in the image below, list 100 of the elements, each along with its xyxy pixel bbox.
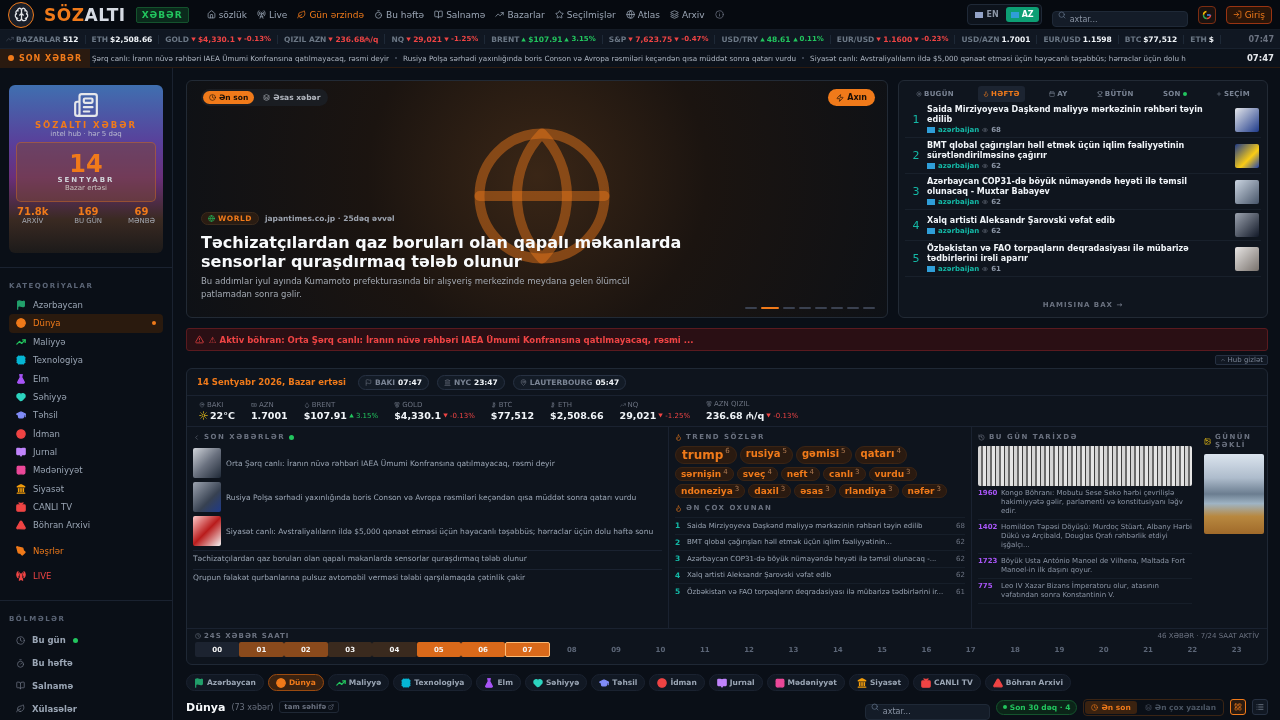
- category-item[interactable]: Dünya: [9, 314, 163, 333]
- slide-indicator[interactable]: [831, 307, 843, 309]
- nav-link[interactable]: Bu həftə: [374, 9, 425, 20]
- trend-word[interactable]: nəfər $^{3}$: [901, 484, 948, 498]
- slide-indicator[interactable]: [799, 307, 811, 309]
- star-icon: [554, 10, 564, 19]
- trend-word[interactable]: daxil $^{3}$: [748, 484, 792, 498]
- stat-value: $4,330.1: [394, 410, 442, 421]
- chart-icon: [495, 10, 505, 19]
- sidebar-link[interactable]: LIVE: [9, 566, 163, 587]
- category-item[interactable]: Maliyyə: [9, 332, 163, 352]
- trend-word[interactable]: rlandiya $^{3}$: [838, 484, 899, 498]
- sidebar-link[interactable]: Nəşrlər: [9, 540, 163, 561]
- warning-icon: [195, 335, 204, 344]
- trend-word[interactable]: canlı $^{3}$: [823, 467, 866, 481]
- slide-indicator[interactable]: [783, 307, 795, 309]
- alert-text: ⚠ Aktiv böhran: Orta Şərq canlı: İranın nüvə rəhbəri IAEA Ümumi Konfransına qatılmayacaq, rəsmi ...: [209, 334, 694, 345]
- clock-icon: [195, 633, 201, 639]
- down-triangle-icon: [674, 36, 680, 42]
- category-item[interactable]: Böhran Arxivi: [9, 516, 163, 535]
- breaking-news-label: SON XƏBƏR: [0, 49, 91, 67]
- category-item[interactable]: İdman: [9, 424, 163, 443]
- nav-link[interactable]: Gün ərzində: [297, 9, 365, 20]
- category-item[interactable]: Azərbaycan: [9, 295, 163, 315]
- photo-placeholder: [193, 448, 221, 478]
- trend-word[interactable]: əsas $^{3}$: [794, 484, 836, 498]
- category-item[interactable]: Texnologiya: [9, 351, 163, 370]
- clock-icon: [16, 636, 25, 645]
- section-item[interactable]: Salnamə: [9, 674, 163, 698]
- pin-icon: [519, 378, 527, 386]
- trend-word[interactable]: ndoneziya $^{3}$: [675, 484, 746, 498]
- grid-view-button[interactable]: [1230, 699, 1246, 715]
- trend-word[interactable]: sərnişin $^{4}$: [675, 467, 734, 481]
- clock-icon: [209, 94, 216, 101]
- globe-icon: [208, 215, 215, 222]
- timer-icon: [16, 658, 25, 668]
- alert-banner[interactable]: ⚠ Aktiv böhran: Orta Şərq canlı: İranın nüvə rəhbəri IAEA Ümumi Konfransına qatılmayacaq, rəsmi ...: [186, 328, 1268, 351]
- story-title[interactable]: Özbəkistan və FAO torpaqların deqradasiyası ilə mübarizə tədbirlərini irəli aparır: [927, 244, 1229, 264]
- category-item[interactable]: Səhiyyə: [9, 387, 163, 407]
- story-title[interactable]: BMT qlobal çağırışları həll etmək üçün iqlim fəaliyyətinin sürətləndirilməsinə çağırır: [927, 141, 1229, 161]
- login-button[interactable]: Giriş: [1225, 5, 1272, 24]
- eye-icon: [982, 199, 989, 205]
- nav-link[interactable]: Arxiv: [669, 9, 705, 20]
- medal-icon: [394, 402, 401, 408]
- hero-card[interactable]: [186, 80, 888, 318]
- book-icon: [434, 10, 444, 19]
- story-title[interactable]: Saida Mirziyoyeva Daşkənd maliyyə mərkəzinin rəhbəri təyin edilib: [927, 105, 1229, 125]
- antenna-icon: [257, 10, 266, 19]
- stat-value: 169: [77, 206, 99, 217]
- category-item[interactable]: CANLI TV: [9, 497, 163, 517]
- slide-indicator[interactable]: [761, 307, 779, 309]
- nav-link[interactable]: Salnamə: [434, 9, 486, 20]
- nav-link[interactable]: Seçilmişlər: [554, 9, 616, 20]
- flag-icon: [927, 163, 935, 169]
- ticker-time: 07:47: [1247, 34, 1275, 44]
- google-button[interactable]: [1197, 5, 1216, 24]
- trend-word[interactable]: rusiya $^{5}$: [739, 446, 793, 464]
- coin-icon: [490, 402, 497, 408]
- trend-word[interactable]: qatarı $^{4}$: [854, 446, 907, 464]
- trend-word[interactable]: gəmisi $^{5}$: [795, 446, 852, 464]
- category-item[interactable]: Mədəniyyət: [9, 461, 163, 480]
- list-view-button[interactable]: [1252, 699, 1268, 715]
- slide-indicator[interactable]: [847, 307, 859, 309]
- category-item[interactable]: Təhsil: [9, 406, 163, 425]
- stream-button[interactable]: Axın: [828, 89, 875, 106]
- search-field[interactable]: axtar...: [1051, 11, 1188, 27]
- category-item[interactable]: Siyasət: [9, 479, 163, 498]
- section-item[interactable]: Bu həftə: [9, 651, 163, 675]
- category-item[interactable]: Jurnal: [9, 442, 163, 462]
- chart-icon: [6, 35, 14, 43]
- slide-indicator[interactable]: [815, 307, 827, 309]
- external-link-icon: [328, 704, 335, 710]
- trend-word[interactable]: neft $^{4}$: [780, 467, 821, 481]
- trend-word[interactable]: trump $^{6}$: [675, 446, 737, 464]
- stat-value: $2,508.66: [550, 410, 604, 421]
- flag-icon: [927, 199, 935, 205]
- story-title[interactable]: Azərbaycan COP31-də böyük nümayəndə heyəti ilə təmsil olunacaq - Muxtar Babayev: [927, 177, 1229, 197]
- dashboard-date: 14 Sentyabr 2026, Bazar ertəsi: [197, 377, 346, 387]
- nav-link[interactable]: sözlük: [206, 9, 247, 20]
- nav-link[interactable]: Atlas: [625, 9, 660, 20]
- logo-icon[interactable]: [8, 1, 34, 28]
- story-title[interactable]: Xalq artisti Aleksandr Şarovski vəfat edib: [927, 215, 1229, 226]
- trend-word[interactable]: vurdu $^{3}$: [868, 467, 917, 481]
- nav-link[interactable]: Bazarlar: [495, 9, 545, 20]
- rank-number: 4: [911, 218, 921, 232]
- rank-number: 5: [911, 252, 921, 265]
- medal-icon: [706, 401, 713, 407]
- section-item[interactable]: Xülasələr: [9, 697, 163, 720]
- trend-word[interactable]: sveç $^{4}$: [736, 467, 778, 481]
- language-button[interactable]: EN: [970, 7, 1004, 22]
- slide-indicator[interactable]: [745, 307, 757, 309]
- category-item[interactable]: Elm: [9, 369, 163, 388]
- timer-icon: [374, 10, 384, 19]
- section-item[interactable]: Bu gün: [9, 629, 163, 652]
- up-triangle-icon: [564, 36, 570, 42]
- search-field[interactable]: axtar...: [864, 703, 990, 720]
- slide-indicator[interactable]: [863, 307, 875, 309]
- google-icon: [1201, 9, 1212, 20]
- nav-link[interactable]: Live: [257, 9, 288, 20]
- article-title[interactable]: Təchizatçılardan qaz boruları olan qapalı məkanlarda sensorlar quraşdırmaq tələb olunur: [201, 233, 761, 271]
